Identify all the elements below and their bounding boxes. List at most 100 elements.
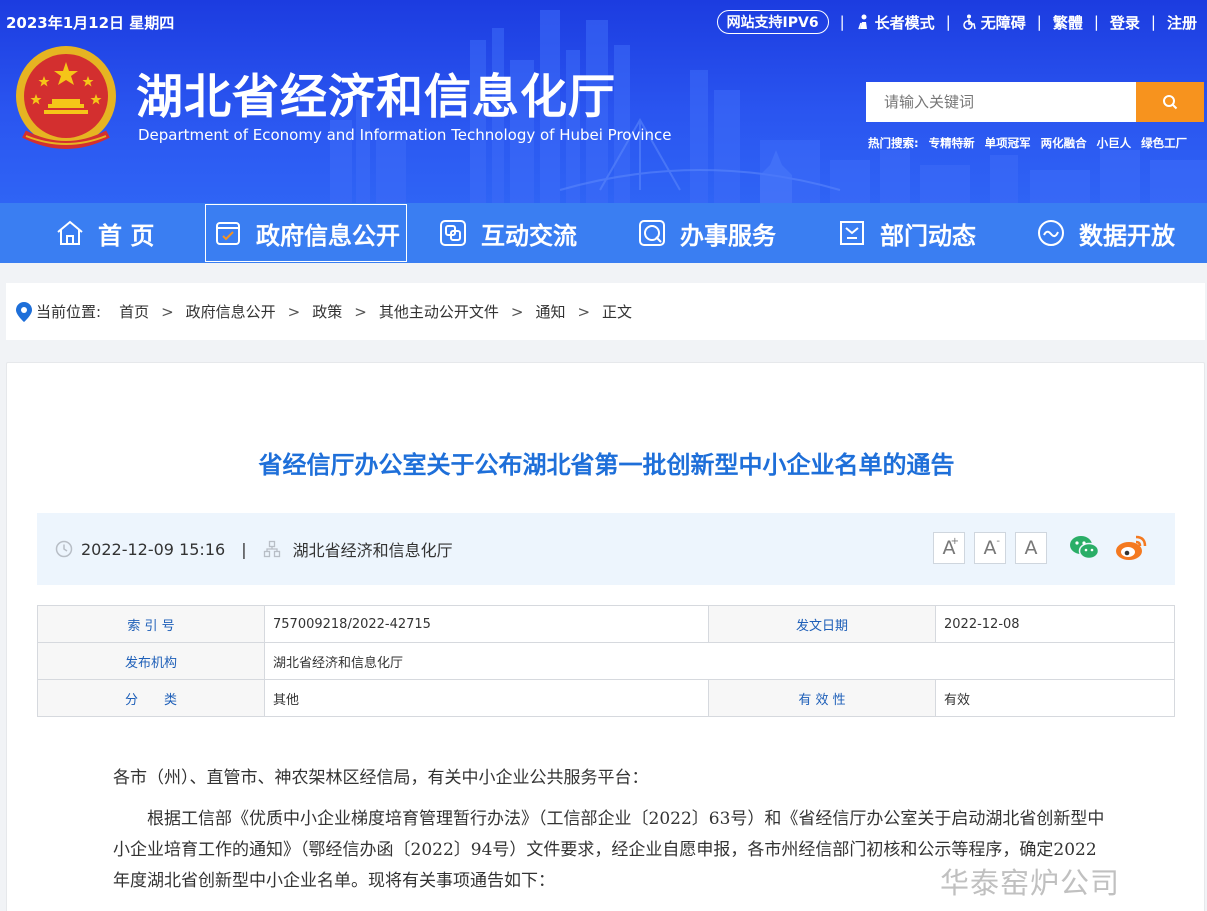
- divider: |: [1150, 13, 1156, 31]
- register-link[interactable]: 注册: [1167, 12, 1197, 33]
- service-icon: [639, 220, 665, 246]
- login-link[interactable]: 登录: [1110, 12, 1140, 33]
- current-date: 2023年1月12日 星期四: [6, 14, 175, 32]
- watermark-text: 华泰窑炉公司: [940, 866, 1121, 900]
- accessibility-link[interactable]: 无障碍: [962, 12, 1026, 33]
- news-icon: [840, 221, 864, 245]
- breadcrumb-link[interactable]: 首页: [119, 301, 149, 322]
- nav-label: 政府信息公开: [256, 221, 400, 250]
- search-input[interactable]: [866, 82, 1136, 122]
- font-decrease-button[interactable]: A-: [974, 532, 1006, 564]
- national-emblem-logo: [16, 46, 116, 149]
- breadcrumb-separator: >: [354, 302, 367, 321]
- wechat-icon[interactable]: [1068, 532, 1100, 564]
- font-button-mark: -: [996, 536, 1000, 547]
- font-increase-button[interactable]: A +: [933, 532, 965, 564]
- nav-label: 部门动态: [880, 221, 976, 250]
- divider: |: [1093, 13, 1099, 31]
- font-button-label: A: [1024, 537, 1038, 559]
- nav-item-open-data[interactable]: 数据开放: [1035, 203, 1175, 263]
- site-header: 2023年1月12日 星期四 网站支持IPV6 | 长者模式 | 无障碍 | 繁…: [0, 0, 1207, 203]
- location-pin-icon: [16, 301, 32, 322]
- nav-label: 数据开放: [1079, 221, 1175, 250]
- nav-label: 互动交流: [481, 221, 577, 250]
- hot-search-term[interactable]: 单项冠军: [985, 135, 1031, 151]
- traditional-chinese-link[interactable]: 繁體: [1053, 12, 1083, 33]
- table-row: 索 引 号 757009218/2022-42715 发文日期 2022-12-…: [37, 605, 1175, 643]
- site-title: 湖北省经济和信息化厅: [136, 70, 616, 125]
- breadcrumb-label: 当前位置:: [36, 303, 102, 321]
- breadcrumb-current: 正文: [602, 303, 633, 321]
- home-icon: [57, 220, 83, 245]
- table-value: 其他: [264, 679, 709, 717]
- table-row: 分 类 其他 有 效 性 有效: [37, 679, 1175, 717]
- hot-search-term[interactable]: 小巨人: [1097, 135, 1132, 151]
- ipv6-badge: 网站支持IPV6: [716, 10, 829, 34]
- breadcrumb-separator: >: [161, 302, 174, 321]
- breadcrumb-link[interactable]: 政府信息公开: [186, 301, 276, 322]
- font-default-button[interactable]: A: [1015, 532, 1047, 564]
- breadcrumb-separator: >: [287, 302, 301, 321]
- accessibility-label: 无障碍: [980, 13, 1026, 32]
- publish-source: 湖北省经济和信息化厅: [292, 541, 453, 560]
- article-card: 省经信厅办公室关于公布湖北省第一批创新型中小企业名单的通告 2022-12-09…: [6, 362, 1205, 911]
- share-buttons: [1068, 532, 1148, 564]
- hot-searches: 热门搜索: 专精特新 单项冠军 两化融合 小巨人 绿色工厂: [868, 135, 1187, 151]
- breadcrumb-link[interactable]: 通知: [535, 301, 565, 322]
- data-icon: [1038, 220, 1064, 246]
- breadcrumb: 当前位置: 首页 > 政府信息公开 > 政策 > 其他主动公开文件 > 通知 >…: [6, 283, 1205, 340]
- breadcrumb-link[interactable]: 政策: [312, 301, 342, 322]
- document-icon: [216, 222, 240, 245]
- nav-item-dept-news[interactable]: 部门动态: [836, 203, 976, 263]
- organization-icon: [263, 540, 280, 558]
- elder-mode-label: 长者模式: [874, 13, 935, 32]
- search-box: [866, 82, 1204, 122]
- site-subtitle: Department of Economy and Information Te…: [138, 126, 672, 144]
- chat-icon: [440, 220, 466, 246]
- table-value: 湖北省经济和信息化厅: [264, 642, 1175, 680]
- table-value: 757009218/2022-42715: [264, 605, 709, 643]
- weibo-icon[interactable]: [1114, 532, 1148, 564]
- hot-search-term[interactable]: 绿色工厂: [1141, 135, 1187, 151]
- font-button-mark: +: [950, 536, 959, 547]
- divider: |: [241, 539, 247, 559]
- salutation: 各市（州）、直管市、神农架林区经信局，有关中小企业公共服务平台：: [113, 768, 649, 788]
- nav-item-interaction[interactable]: 互动交流: [437, 203, 577, 263]
- table-row: 发布机构 湖北省经济和信息化厅: [37, 642, 1175, 680]
- article-meta-bar: 2022-12-09 15:16 | 湖北省经济和信息化厅 A + A- A: [37, 513, 1175, 585]
- font-size-controls: A + A- A: [933, 532, 1047, 564]
- nav-item-gov-info[interactable]: 政府信息公开: [205, 204, 407, 262]
- search-button[interactable]: [1136, 82, 1204, 122]
- nav-item-services[interactable]: 办事服务: [636, 203, 776, 263]
- table-key: 索 引 号: [37, 605, 265, 643]
- search-icon: [1163, 95, 1178, 110]
- breadcrumb-separator: >: [510, 302, 524, 321]
- top-utility-bar: 网站支持IPV6 | 长者模式 | 无障碍 | 繁體 | 登录 | 注册: [716, 10, 1197, 34]
- table-key: 分 类: [37, 679, 265, 717]
- wheelchair-icon: [963, 14, 976, 30]
- table-key: 有 效 性: [708, 679, 936, 717]
- hot-search-term[interactable]: 专精特新: [929, 135, 975, 151]
- table-value: 2022-12-08: [935, 605, 1175, 643]
- font-button-label: A: [983, 537, 997, 559]
- article-title: 省经信厅办公室关于公布湖北省第一批创新型中小企业名单的通告: [258, 451, 955, 479]
- table-key: 发布机构: [37, 642, 265, 680]
- table-value: 有效: [935, 679, 1175, 717]
- document-info-table: 索 引 号 757009218/2022-42715 发文日期 2022-12-…: [37, 605, 1175, 717]
- breadcrumb-separator: >: [577, 302, 591, 321]
- hot-search-term[interactable]: 两化融合: [1041, 135, 1087, 151]
- table-key: 发文日期: [708, 605, 936, 643]
- publish-datetime: 2022-12-09 15:16: [81, 539, 226, 559]
- breadcrumb-link[interactable]: 其他主动公开文件: [379, 301, 499, 322]
- clock-icon: [55, 540, 73, 558]
- nav-item-home[interactable]: 首 页: [54, 203, 154, 263]
- elder-person-icon: [857, 14, 867, 30]
- divider: |: [1036, 13, 1042, 31]
- nav-label: 办事服务: [680, 221, 776, 250]
- divider: |: [839, 13, 845, 31]
- divider: |: [945, 13, 951, 31]
- nav-label: 首 页: [98, 221, 155, 250]
- main-nav: 首 页 政府信息公开 互动交流 办事服务 部门动态 数据开放: [0, 203, 1207, 263]
- hot-search-label: 热门搜索:: [868, 136, 919, 150]
- elder-mode-link[interactable]: 长者模式: [856, 12, 935, 33]
